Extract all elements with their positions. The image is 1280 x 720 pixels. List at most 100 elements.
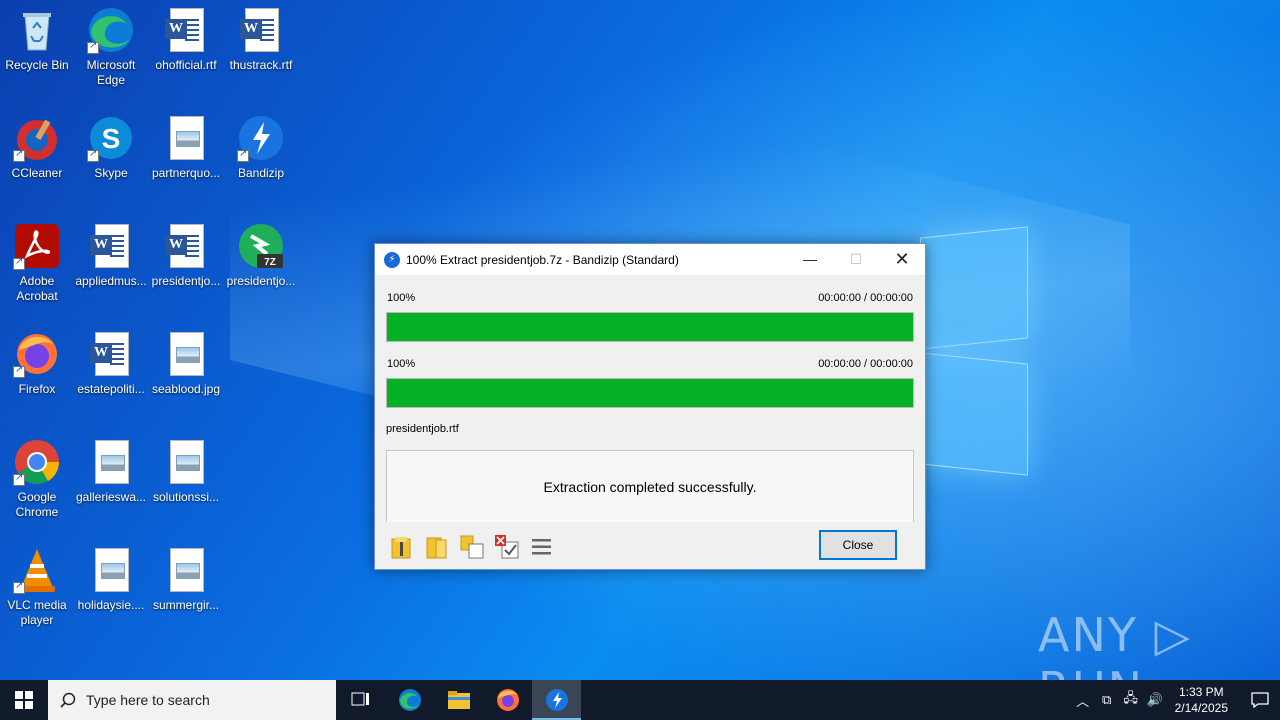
desktop-icon-label: Google Chrome <box>15 490 59 519</box>
image-file-icon <box>87 546 135 594</box>
clock-time: 1:33 PM <box>1178 685 1224 699</box>
clock-date: 2/14/2025 <box>1174 701 1228 715</box>
desktop-icon-summergir[interactable]: summergir... <box>149 546 223 613</box>
desktop-icon-label: gallerieswa... <box>75 490 147 504</box>
desktop-icon-vlc[interactable]: VLC media player <box>0 546 74 628</box>
task-view-button[interactable] <box>336 680 385 720</box>
notification-icon <box>1251 692 1269 708</box>
desktop-icon-appliedmus[interactable]: W appliedmus... <box>74 222 148 289</box>
taskbar-firefox[interactable] <box>483 680 532 720</box>
anyrun-watermark: ANY ▷ RUN <box>1038 608 1192 680</box>
desktop: Recycle Bin CCleaner Adobe Acrobat Firef… <box>0 0 1280 680</box>
acrobat-icon <box>13 222 61 270</box>
dialog-title: 100% Extract presidentjob.7z - Bandizip … <box>406 252 679 267</box>
dialog-titlebar[interactable]: ⚡ 100% Extract presidentjob.7z - Bandizi… <box>375 244 925 275</box>
taskbar-search[interactable]: Type here to search <box>48 680 336 720</box>
word-doc-icon: W <box>162 6 210 54</box>
chevron-up-icon[interactable]: ︿ <box>1071 691 1095 710</box>
word-doc-icon: W <box>87 222 135 270</box>
minimize-button[interactable]: — <box>787 244 833 274</box>
desktop-icon-bandizip[interactable]: Bandizip <box>224 114 298 181</box>
desktop-icon-label: Firefox <box>18 382 56 396</box>
maximize-button[interactable]: ☐ <box>833 244 879 274</box>
open-folder-icon[interactable] <box>424 534 450 560</box>
desktop-icon-recycle-bin[interactable]: Recycle Bin <box>0 6 74 73</box>
bandizip-icon: ⚡ <box>384 251 400 268</box>
desktop-icon-label: presidentjo... <box>151 274 221 288</box>
delete-archive-icon[interactable] <box>494 534 520 560</box>
volume-icon[interactable]: 🔊 <box>1143 692 1167 708</box>
close-window-button[interactable]: ✕ <box>879 244 925 274</box>
desktop-icon-partnerquo[interactable]: partnerquo... <box>149 114 223 181</box>
desktop-icon-label: VLC media player <box>7 598 67 627</box>
wallpaper-windows-logo <box>920 226 1030 482</box>
total-progress-percent: 100% <box>387 292 416 304</box>
desktop-icon-label: Adobe Acrobat <box>16 274 58 303</box>
image-file-icon <box>162 330 210 378</box>
file-progress-percent: 100% <box>387 358 416 370</box>
desktop-icon-acrobat[interactable]: Adobe Acrobat <box>0 222 74 304</box>
desktop-icon-label: Microsoft Edge <box>86 58 136 87</box>
desktop-icon-label: estatepoliti... <box>77 382 145 396</box>
clock[interactable]: 1:33 PM 2/14/2025 <box>1175 684 1228 716</box>
desktop-icon-estatepoliti[interactable]: W estatepoliti... <box>74 330 148 397</box>
task-view-icon <box>351 692 369 706</box>
total-progress-time: 00:00:00 / 00:00:00 <box>818 292 913 304</box>
firefox-icon <box>13 330 61 378</box>
svg-text:S: S <box>102 123 121 154</box>
desktop-icon-label: ohofficial.rtf <box>155 58 217 72</box>
word-doc-icon: W <box>237 6 285 54</box>
desktop-icon-ccleaner[interactable]: CCleaner <box>0 114 74 181</box>
image-file-icon <box>87 438 135 486</box>
taskbar: Type here to search ︿ ⧉ 🖧 🔊 1:33 PM 2/14… <box>0 680 1280 720</box>
file-progress-time: 00:00:00 / 00:00:00 <box>818 358 913 370</box>
desktop-icon-label: CCleaner <box>11 166 63 180</box>
desktop-icon-label: partnerquo... <box>151 166 221 180</box>
desktop-icon-presidentjo-rtf[interactable]: W presidentjo... <box>149 222 223 289</box>
desktop-icon-holidaysie[interactable]: holidaysie.... <box>74 546 148 613</box>
desktop-icon-ohofficial[interactable]: W ohofficial.rtf <box>149 6 223 73</box>
desktop-icon-label: presidentjo... <box>226 274 296 288</box>
menu-icon[interactable] <box>529 534 555 560</box>
total-progress-bar <box>386 312 914 342</box>
file-progress-fill <box>387 379 913 407</box>
desktop-icon-label: summergir... <box>152 598 219 612</box>
word-doc-icon: W <box>87 330 135 378</box>
network-device-icon[interactable]: ⧉ <box>1095 692 1119 708</box>
desktop-icon-presidentjo-7z[interactable]: 7Z presidentjo... <box>224 222 298 289</box>
system-tray: ︿ ⧉ 🖧 🔊 1:33 PM 2/14/2025 <box>1071 680 1280 720</box>
desktop-icon-thustrack[interactable]: W thustrack.rtf <box>224 6 298 73</box>
chrome-icon <box>13 438 61 486</box>
desktop-icon-seablood[interactable]: seablood.jpg <box>149 330 223 397</box>
desktop-icon-solutionssi[interactable]: solutionssi... <box>149 438 223 505</box>
desktop-icon-skype[interactable]: S Skype <box>74 114 148 181</box>
notification-center-button[interactable] <box>1240 680 1280 720</box>
desktop-icon-firefox[interactable]: Firefox <box>0 330 74 397</box>
file-progress-bar <box>386 378 914 408</box>
copy-files-icon[interactable] <box>459 534 485 560</box>
image-file-icon <box>162 438 210 486</box>
desktop-icon-label: thustrack.rtf <box>229 58 293 72</box>
taskbar-bandizip[interactable] <box>532 680 581 720</box>
search-placeholder: Type here to search <box>86 692 210 708</box>
desktop-icon-label: holidaysie.... <box>77 598 145 612</box>
ccleaner-icon <box>13 114 61 162</box>
network-icon[interactable]: 🖧 <box>1119 689 1143 711</box>
image-file-icon <box>162 114 210 162</box>
image-file-icon <box>162 546 210 594</box>
vlc-icon <box>13 546 61 594</box>
open-archive-folder-icon[interactable] <box>389 534 415 560</box>
close-button[interactable]: Close <box>819 530 897 560</box>
desktop-icon-label: seablood.jpg <box>151 382 221 396</box>
total-progress-fill <box>387 313 913 341</box>
svg-text:7Z: 7Z <box>264 257 276 268</box>
desktop-icon-edge[interactable]: Microsoft Edge <box>74 6 148 88</box>
start-button[interactable] <box>0 680 48 720</box>
status-message-box: Extraction completed successfully. <box>386 450 914 522</box>
taskbar-edge[interactable] <box>385 680 434 720</box>
desktop-icon-chrome[interactable]: Google Chrome <box>0 438 74 520</box>
taskbar-file-explorer[interactable] <box>434 680 483 720</box>
desktop-icon-gallerieswa[interactable]: gallerieswa... <box>74 438 148 505</box>
current-file-name: presidentjob.rtf <box>386 423 459 435</box>
search-icon <box>60 692 76 708</box>
